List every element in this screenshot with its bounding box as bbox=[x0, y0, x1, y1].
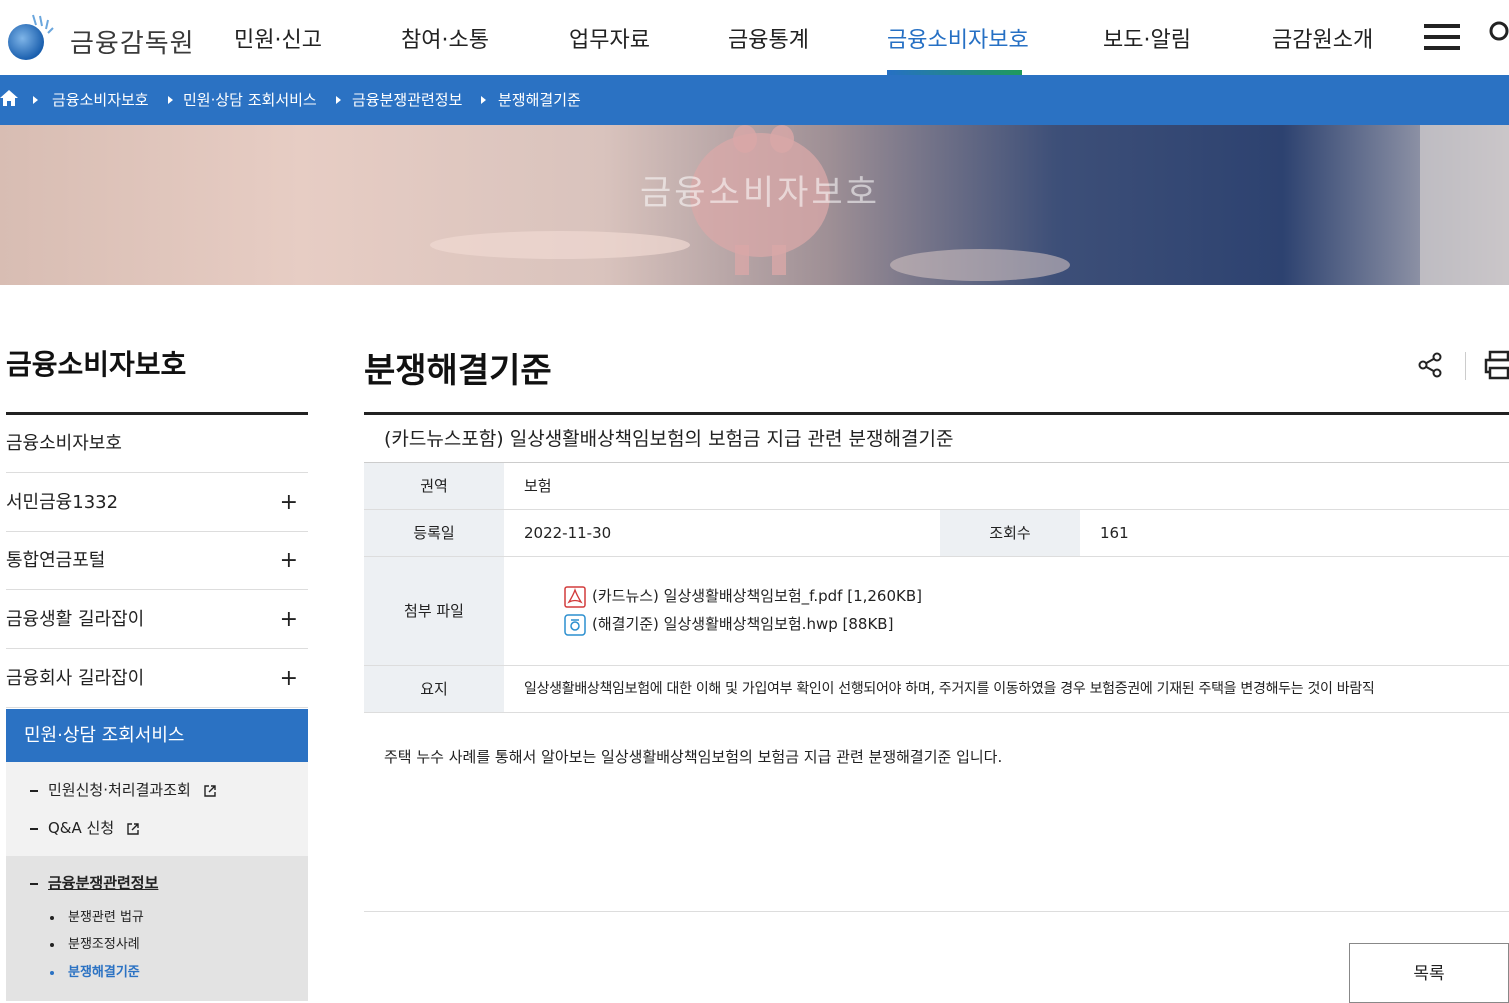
label-date: 등록일 bbox=[364, 510, 504, 556]
plus-icon[interactable]: + bbox=[280, 650, 298, 708]
banner-title: 금융소비자보호 bbox=[640, 173, 880, 213]
logo-text: 금융감독원 bbox=[70, 28, 195, 59]
submenu-link-complaint-lookup[interactable]: 민원신청·처리결과조회 bbox=[30, 779, 216, 800]
lnb-item-1332[interactable]: 서민금융1332 + bbox=[6, 474, 308, 532]
lnb-item-label: 통합연금포털 bbox=[6, 550, 106, 571]
dash-icon bbox=[30, 882, 38, 885]
submenu-item-label: 분쟁관련 법규 bbox=[68, 910, 144, 925]
lnb-item-finance-guide[interactable]: 금융생활 길라잡이 + bbox=[6, 591, 308, 649]
lnb-submenu-dispute: 금융분쟁관련정보 분쟁관련 법규 분쟁조정사례 분쟁해결기준 bbox=[6, 856, 308, 1001]
attachment-hwp[interactable]: (해결기준) 일상생활배상책임보험.hwp [88KB] bbox=[564, 613, 893, 636]
label-attachments: 첨부 파일 bbox=[364, 557, 504, 665]
submenu-item-label: 분쟁해결기준 bbox=[68, 965, 140, 980]
attachment-name: (카드뉴스) 일상생활배상책임보험_f.pdf [1,260KB] bbox=[592, 587, 922, 605]
bullet-icon bbox=[50, 970, 54, 975]
post-body: 주택 누수 사례를 통해서 알아보는 일상생활배상책임보험의 보험금 지급 관련… bbox=[384, 748, 1003, 766]
breadcrumb-item[interactable]: 금융분쟁관련정보 bbox=[352, 75, 462, 125]
breadcrumb: 금융소비자보호 민원·상담 조회서비스 금융분쟁관련정보 분쟁해결기준 bbox=[0, 75, 1509, 125]
chevron-right-icon bbox=[336, 96, 341, 104]
lnb-item-label: 서민금융1332 bbox=[6, 492, 119, 513]
dash-icon bbox=[30, 827, 38, 830]
value-category: 보험 bbox=[524, 477, 552, 495]
submenu-link-label: 민원신청·처리결과조회 bbox=[48, 781, 191, 799]
chevron-right-icon bbox=[33, 96, 38, 104]
section-banner: 금융소비자보호 bbox=[0, 125, 1509, 285]
site-logo[interactable]: 금융감독원 bbox=[4, 10, 195, 66]
lnb-submenu: 민원신청·처리결과조회 Q&A 신청 bbox=[6, 762, 308, 856]
lnb-item-company-guide[interactable]: 금융회사 길라잡이 + bbox=[6, 650, 308, 708]
breadcrumb-item-current[interactable]: 분쟁해결기준 bbox=[498, 75, 581, 125]
bullet-icon bbox=[50, 915, 54, 920]
nav-item-complaint[interactable]: 민원·신고 bbox=[234, 22, 322, 54]
lnb-item-label: 금융생활 길라잡이 bbox=[6, 609, 145, 630]
value-views: 161 bbox=[1100, 524, 1129, 542]
plus-icon[interactable]: + bbox=[280, 532, 298, 590]
external-link-icon bbox=[127, 822, 139, 835]
page-title: 분쟁해결기준 bbox=[364, 351, 552, 391]
lnb-item-pension-portal[interactable]: 통합연금포털 + bbox=[6, 532, 308, 590]
attachment-name: (해결기준) 일상생활배상책임보험.hwp [88KB] bbox=[592, 615, 894, 633]
value-date: 2022-11-30 bbox=[524, 524, 612, 542]
lnb-title: 금융소비자보호 bbox=[6, 348, 187, 381]
attachment-pdf[interactable]: (카드뉴스) 일상생활배상책임보험_f.pdf [1,260KB] bbox=[564, 585, 922, 608]
chevron-right-icon bbox=[168, 96, 173, 104]
toolbar-divider bbox=[1465, 352, 1466, 380]
label-category: 권역 bbox=[364, 463, 504, 509]
lnb-item-label: 금융회사 길라잡이 bbox=[6, 668, 145, 689]
submenu-item-dispute-cases[interactable]: 분쟁조정사례 bbox=[50, 933, 140, 952]
lnb-item-inquiry-service[interactable]: 민원·상담 조회서비스 bbox=[6, 709, 308, 762]
submenu-link-dispute-info[interactable]: 금융분쟁관련정보 bbox=[30, 872, 158, 893]
nav-item-about[interactable]: 금감원소개 bbox=[1272, 22, 1373, 54]
external-link-icon bbox=[203, 784, 216, 797]
submenu-link-label: Q&A 신청 bbox=[48, 819, 115, 837]
share-icon[interactable] bbox=[1416, 351, 1444, 379]
post-title: (카드뉴스포함) 일상생활배상책임보험의 보험금 지급 관련 분쟁해결기준 bbox=[364, 415, 1509, 463]
menu-icon[interactable] bbox=[1424, 24, 1460, 50]
nav-item-participation[interactable]: 참여·소통 bbox=[401, 22, 489, 54]
content-bottom-border bbox=[364, 911, 1509, 912]
dash-icon bbox=[30, 789, 38, 792]
info-row-category: 권역 보험 bbox=[364, 463, 1509, 510]
print-icon[interactable] bbox=[1484, 349, 1509, 381]
chevron-right-icon bbox=[481, 96, 486, 104]
search-icon[interactable] bbox=[1488, 20, 1509, 44]
submenu-link-label: 금융분쟁관련정보 bbox=[48, 874, 159, 892]
nav-item-materials[interactable]: 업무자료 bbox=[569, 22, 650, 54]
submenu-item-dispute-standard[interactable]: 분쟁해결기준 bbox=[50, 961, 140, 980]
breadcrumb-item[interactable]: 민원·상담 조회서비스 bbox=[183, 75, 317, 125]
label-views: 조회수 bbox=[940, 510, 1080, 556]
info-row-date: 등록일 2022-11-30 조회수 161 bbox=[364, 510, 1509, 557]
submenu-item-dispute-law[interactable]: 분쟁관련 법규 bbox=[50, 906, 144, 925]
breadcrumb-item[interactable]: 금융소비자보호 bbox=[52, 75, 149, 125]
list-button[interactable]: 목록 bbox=[1349, 943, 1509, 1003]
pdf-icon bbox=[564, 585, 586, 608]
lnb-item-consumer-protection[interactable]: 금융소비자보호 bbox=[6, 415, 308, 473]
bullet-icon bbox=[50, 942, 54, 947]
label-summary: 요지 bbox=[364, 666, 504, 712]
plus-icon[interactable]: + bbox=[280, 591, 298, 649]
nav-item-statistics[interactable]: 금융통계 bbox=[728, 22, 809, 54]
submenu-item-label: 분쟁조정사례 bbox=[68, 937, 140, 952]
info-row-attachments: 첨부 파일 (카드뉴스) 일상생활배상책임보험_f.pdf [1,260KB] … bbox=[364, 557, 1509, 666]
info-row-summary: 요지 일상생활배상책임보험에 대한 이해 및 가입여부 확인이 선행되어야 하며… bbox=[364, 666, 1509, 713]
nav-item-consumer-protection[interactable]: 금융소비자보호 bbox=[887, 22, 1029, 54]
plus-icon[interactable]: + bbox=[280, 474, 298, 532]
lnb-item-label: 금융소비자보호 bbox=[6, 433, 122, 454]
logo-emblem-icon bbox=[8, 14, 54, 60]
nav-item-press[interactable]: 보도·알림 bbox=[1103, 22, 1191, 54]
value-summary: 일상생활배상책임보험에 대한 이해 및 가입여부 확인이 선행되어야 하며, 주… bbox=[524, 681, 1375, 697]
site-header: 금융감독원 민원·신고 참여·소통 업무자료 금융통계 금융소비자보호 보도·알… bbox=[0, 0, 1509, 75]
submenu-link-qna[interactable]: Q&A 신청 bbox=[30, 817, 139, 838]
home-icon[interactable] bbox=[0, 89, 18, 107]
hwp-icon bbox=[564, 613, 586, 636]
